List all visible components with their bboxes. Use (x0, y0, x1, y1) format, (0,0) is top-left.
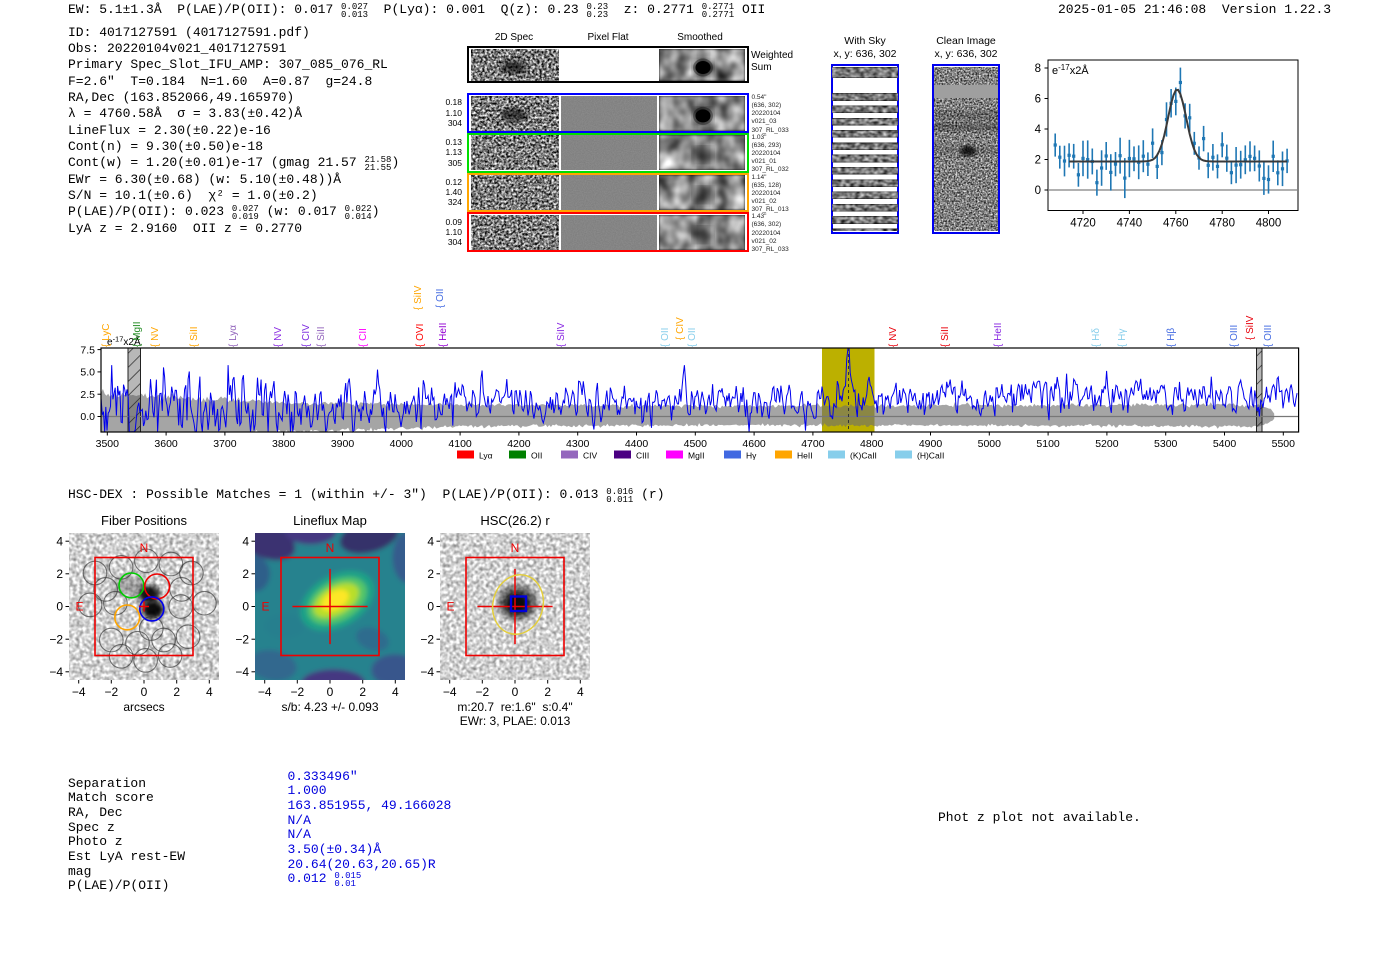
svg-text:0: 0 (242, 600, 249, 614)
svg-text:4: 4 (577, 685, 584, 699)
svg-text:−2: −2 (420, 632, 434, 646)
svg-text:E: E (261, 600, 269, 614)
svg-text:0: 0 (141, 685, 148, 699)
svg-text:−4: −4 (49, 665, 63, 679)
svg-text:2: 2 (242, 567, 249, 581)
svg-text:0: 0 (512, 685, 519, 699)
svg-text:2: 2 (56, 567, 63, 581)
svg-text:2: 2 (544, 685, 551, 699)
svg-text:0: 0 (427, 600, 434, 614)
svg-text:E: E (446, 600, 454, 614)
svg-text:0: 0 (327, 685, 334, 699)
svg-text:−2: −2 (235, 632, 249, 646)
svg-text:−4: −4 (72, 685, 86, 699)
svg-text:−4: −4 (258, 685, 272, 699)
svg-text:N: N (511, 541, 520, 555)
svg-text:4: 4 (56, 534, 63, 548)
svg-text:4: 4 (427, 534, 434, 548)
svg-text:−4: −4 (235, 665, 249, 679)
svg-text:4: 4 (242, 534, 249, 548)
svg-text:−2: −2 (49, 632, 63, 646)
svg-text:2: 2 (359, 685, 366, 699)
svg-text:2: 2 (173, 685, 180, 699)
svg-text:4: 4 (206, 685, 213, 699)
svg-text:E: E (75, 600, 83, 614)
svg-text:0: 0 (56, 600, 63, 614)
svg-text:−4: −4 (443, 685, 457, 699)
svg-text:2: 2 (427, 567, 434, 581)
svg-text:−4: −4 (420, 665, 434, 679)
svg-text:−2: −2 (104, 685, 118, 699)
svg-text:N: N (140, 541, 149, 555)
svg-text:−2: −2 (290, 685, 304, 699)
svg-text:N: N (326, 541, 335, 555)
svg-text:−2: −2 (475, 685, 489, 699)
svg-text:4: 4 (392, 685, 399, 699)
